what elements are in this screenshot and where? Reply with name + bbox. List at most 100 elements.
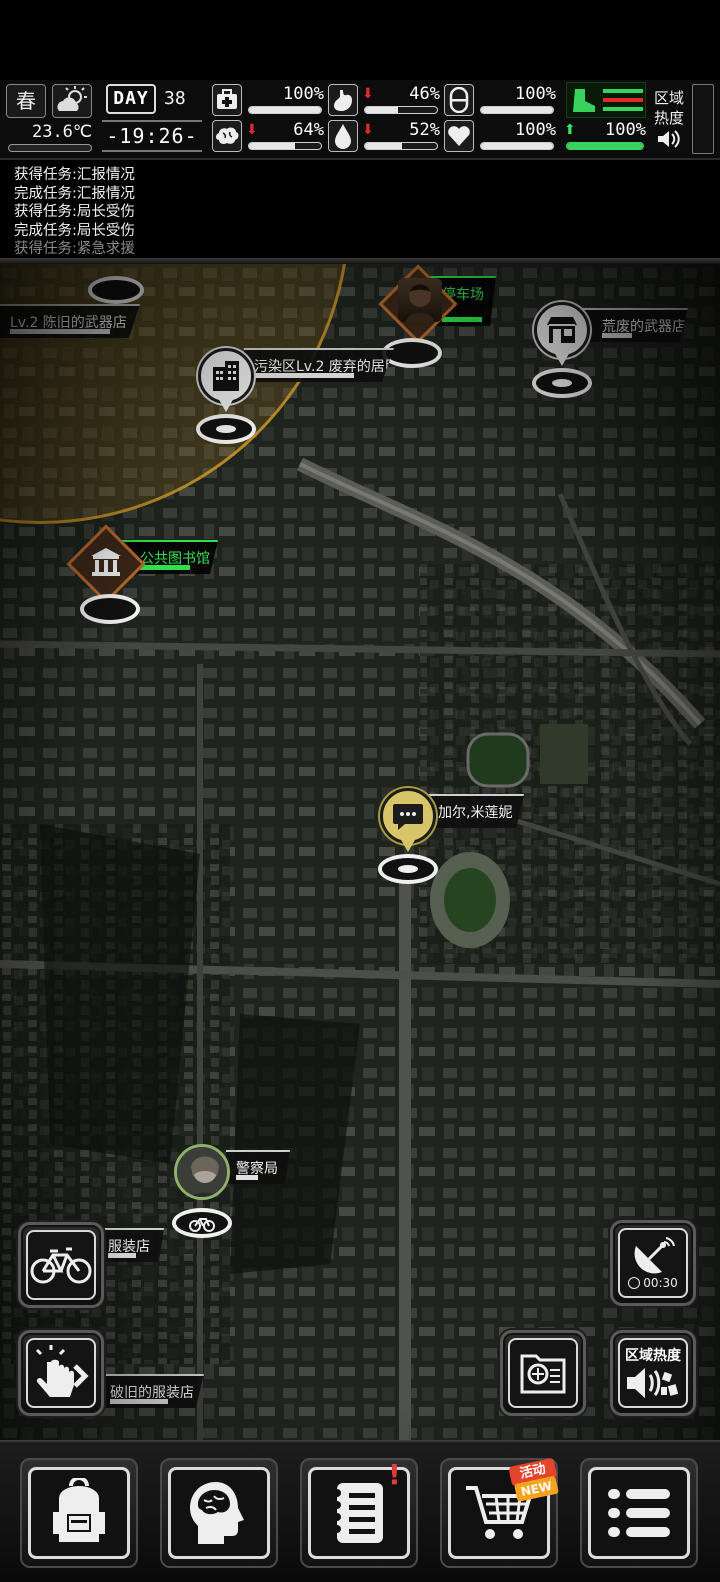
interact-button[interactable] <box>18 1330 104 1416</box>
radio-timer: 00:30 <box>643 1276 678 1290</box>
location-progress <box>602 333 632 338</box>
location-progress <box>442 317 482 322</box>
task-log-entry: 完成任务:汇报情况 <box>14 185 135 202</box>
zone-heat-button-label: 区域热度 <box>625 1348 681 1364</box>
zone-heat-speaker-icon[interactable] <box>656 128 682 150</box>
location-tag-police-station[interactable]: 警察局 <box>226 1150 290 1184</box>
notebook-icon <box>333 1483 383 1543</box>
water-drop-icon <box>328 120 358 152</box>
stat-stamina-bar <box>566 142 644 150</box>
shop-icon <box>534 302 590 358</box>
task-log-entry: 完成任务:局长受伤 <box>14 222 135 239</box>
stat-mental-value: 64% <box>293 120 324 140</box>
location-tag-old-weapon-shop[interactable]: Lv.2 陈旧的武器店 <box>0 304 140 338</box>
stat-health[interactable]: 100% <box>212 84 324 118</box>
backpack-button[interactable] <box>20 1458 138 1568</box>
location-progress <box>108 1253 136 1258</box>
location-progress <box>110 1399 168 1404</box>
partly-cloudy-icon <box>52 84 92 118</box>
map-document-button[interactable] <box>500 1330 586 1416</box>
skills-button[interactable] <box>160 1458 278 1568</box>
stamina-panel[interactable] <box>566 82 646 118</box>
brain-icon <box>212 120 242 152</box>
city-map[interactable]: Lv.2 陈旧的武器店 停车场 荒废的武器店 污染区Lv.2 废弃的居民楼 公共… <box>0 264 720 1440</box>
location-tag-clothing-store[interactable]: 服装店 <box>100 1228 164 1262</box>
stamina-line-3 <box>603 107 643 111</box>
zone-heat-button[interactable]: 区域热度 <box>610 1330 696 1416</box>
player-avatar[interactable] <box>174 1144 230 1200</box>
stat-hunger-value: 46% <box>409 84 440 104</box>
map-pin-abandoned-residence[interactable] <box>196 348 256 444</box>
stat-mood[interactable]: 100% <box>444 120 556 154</box>
map-pin-base[interactable] <box>80 594 140 624</box>
season-indicator: 春 <box>6 84 46 118</box>
main-menu-button[interactable] <box>580 1458 698 1568</box>
stat-hunger[interactable]: ⬇ 46% <box>328 84 440 118</box>
map-pin-base[interactable] <box>172 1208 232 1238</box>
location-name: 加尔,米莲妮 <box>438 805 513 821</box>
location-progress <box>236 1175 258 1180</box>
map-pin-base[interactable] <box>88 276 144 304</box>
stat-mood-value: 100% <box>515 120 556 140</box>
zone-heat-label-line1: 区域 <box>654 89 685 107</box>
zone-heat-label-line2: 热度 <box>654 109 685 127</box>
stat-stamina-up-arrow-icon: ⬆ <box>564 122 576 138</box>
health-kit-icon <box>212 84 242 116</box>
radio-scan-button[interactable]: 00:30 <box>610 1220 696 1306</box>
stat-hunger-bar <box>364 106 438 114</box>
tap-hand-icon <box>35 1345 89 1397</box>
temperature-readout: 23.6℃ <box>31 122 92 142</box>
survivor-avatar[interactable] <box>398 278 442 322</box>
boot-icon <box>573 89 595 112</box>
quest-alert-badge: ! <box>388 1458 401 1491</box>
library-icon <box>88 544 124 580</box>
pill-icon <box>444 84 474 116</box>
heart-icon <box>444 120 474 152</box>
zone-heat-label: 区域 热度 <box>654 88 690 128</box>
location-tag-npc-chat[interactable]: 加尔,米莲妮 <box>428 794 524 828</box>
quest-journal-button[interactable]: ! <box>300 1458 418 1568</box>
brain-head-icon <box>190 1482 244 1544</box>
stamina-line-1 <box>603 89 643 93</box>
building-icon <box>198 348 254 404</box>
backpack-icon <box>53 1478 105 1542</box>
stat-mental[interactable]: ⬇ 64% <box>212 120 324 154</box>
stat-mental-down-arrow-icon: ⬇ <box>246 122 258 138</box>
location-progress <box>10 329 110 334</box>
speaker-icon <box>627 1368 679 1398</box>
travel-mode-button[interactable] <box>18 1222 104 1308</box>
stat-stamina[interactable]: ⬆ 100% <box>564 120 646 154</box>
chat-bubble-icon <box>380 788 436 844</box>
task-log-entry: 获得任务:汇报情况 <box>14 167 135 183</box>
stomach-icon <box>328 84 358 116</box>
clock-icon <box>628 1277 641 1289</box>
location-progress <box>140 565 190 570</box>
task-log-entry: 获得任务:紧急求援 <box>14 241 135 257</box>
stat-thirst-value: 52% <box>409 120 440 140</box>
event-new-badge: 活动 NEW <box>508 1457 561 1507</box>
stat-thirst[interactable]: ⬇ 52% <box>328 120 440 154</box>
stat-medicine[interactable]: 100% <box>444 84 556 118</box>
location-progress <box>254 373 354 378</box>
map-pin-base <box>532 368 592 398</box>
stat-health-bar <box>248 106 322 114</box>
stat-mood-bar <box>480 142 554 150</box>
map-file-icon <box>520 1354 566 1394</box>
status-bar: 春 23.6℃ DAY 38 -19:26- 100% ⬇ 46% 100% ⬇… <box>0 80 720 160</box>
location-tag-abandoned-residence[interactable]: 污染区Lv.2 废弃的居民楼 <box>244 348 394 382</box>
menu-list-icon <box>608 1489 670 1537</box>
location-tag-old-clothing-store[interactable]: 破旧的服装店 <box>100 1374 204 1408</box>
stat-stamina-value: 100% <box>605 120 646 140</box>
map-pin-npc-chat[interactable] <box>378 788 438 884</box>
bottom-navigation: ! 活动 NEW <box>0 1440 720 1582</box>
clock-time: -19:26- <box>106 124 198 148</box>
location-tag-abandoned-weapon-shop[interactable]: 荒废的武器店 <box>578 308 688 342</box>
shop-button[interactable]: 活动 NEW <box>440 1457 561 1568</box>
map-pin-abandoned-weapon-shop[interactable] <box>532 302 592 398</box>
temperature-bar <box>8 144 92 152</box>
stat-thirst-bar <box>364 142 438 150</box>
stat-medicine-bar <box>480 106 554 114</box>
satellite-dish-icon <box>634 1237 675 1274</box>
day-label: DAY <box>106 84 156 114</box>
task-log: 获得任务:汇报情况 完成任务:汇报情况 获得任务:局长受伤 完成任务:局长受伤 … <box>14 166 234 259</box>
